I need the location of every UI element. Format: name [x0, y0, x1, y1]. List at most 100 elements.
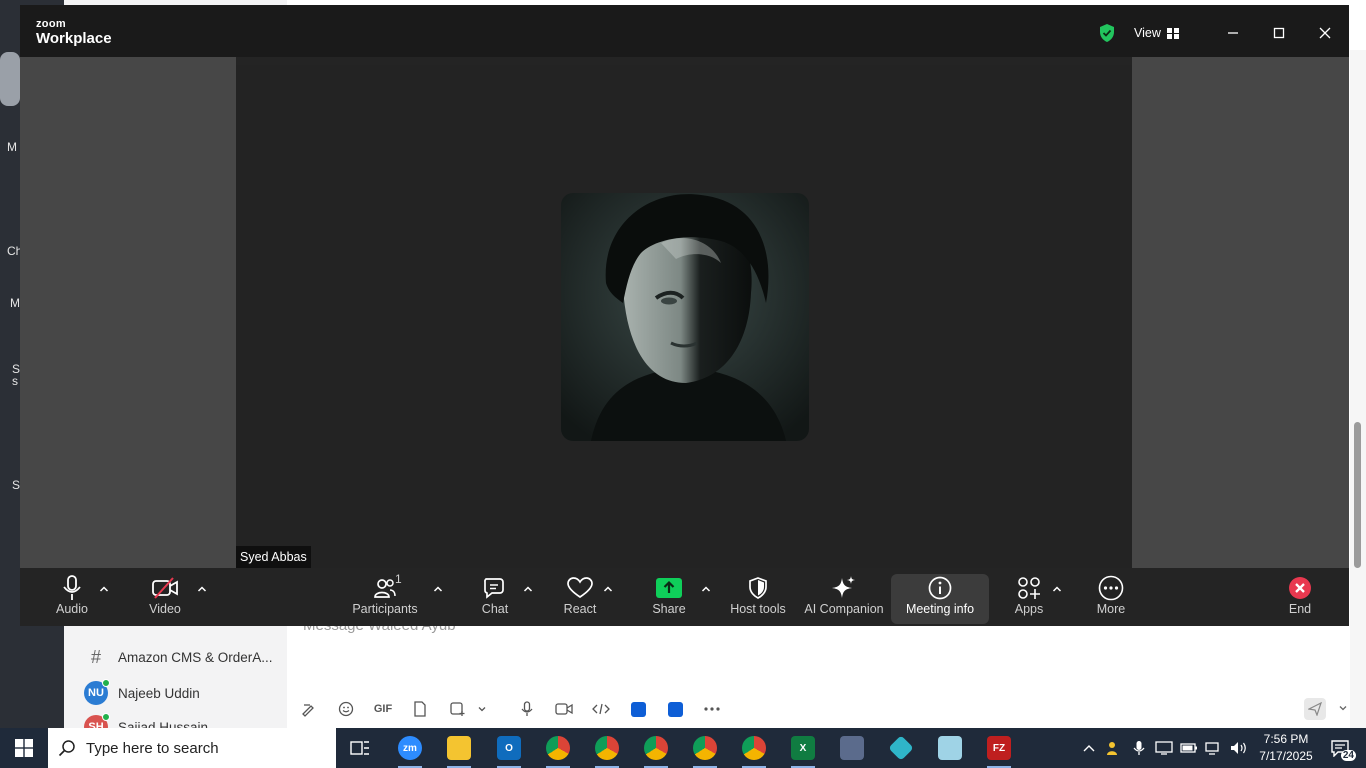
chrome-icon: [644, 736, 668, 760]
search-placeholder: Type here to search: [86, 739, 219, 757]
app2-icon[interactable]: [664, 698, 686, 720]
participants-button[interactable]: 1 Participants: [352, 572, 418, 624]
chevron-down-icon[interactable]: [471, 698, 493, 720]
taskbar-app-calculator[interactable]: [832, 732, 872, 764]
network-tray-icon[interactable]: [1205, 739, 1223, 757]
chevron-down-icon[interactable]: [1338, 702, 1348, 716]
chat-icon: [484, 578, 504, 599]
windows-taskbar: Type here to search zm O X FZ 7:56 PM 7/…: [0, 728, 1366, 768]
view-button[interactable]: View: [1124, 21, 1189, 45]
volume-tray-icon[interactable]: [1230, 739, 1248, 757]
participant-name-label: Syed Abbas: [236, 546, 311, 568]
avatar: NU: [84, 679, 110, 705]
taskbar-app-chrome[interactable]: [587, 732, 627, 768]
taskbar-app-zoom[interactable]: zm: [390, 732, 430, 768]
heart-icon: [567, 577, 593, 599]
taskbar-app-outlook[interactable]: O: [489, 732, 529, 768]
zoom-titlebar: zoom Workplace View: [20, 5, 1349, 57]
end-call-icon: [1289, 577, 1311, 599]
app1-icon[interactable]: [627, 698, 649, 720]
taskbar-app-file-explorer[interactable]: [439, 732, 479, 768]
taskbar-search-box[interactable]: Type here to search: [48, 728, 336, 768]
rail-active-item[interactable]: [0, 52, 20, 106]
chrome-icon: [742, 736, 766, 760]
sidebar-item-channel[interactable]: # Amazon CMS & OrderA...: [84, 644, 273, 670]
mic-icon[interactable]: [516, 698, 538, 720]
filezilla-icon: FZ: [987, 736, 1011, 760]
task-view-button[interactable]: [340, 732, 380, 764]
chat-button[interactable]: Chat: [475, 574, 515, 624]
share-button[interactable]: Share: [649, 574, 689, 624]
chevron-up-icon: [433, 586, 443, 592]
participants-options-caret[interactable]: [431, 582, 445, 596]
zoom-app-icon: zm: [398, 736, 422, 760]
audio-options-caret[interactable]: [97, 582, 111, 596]
microphone-tray-icon[interactable]: [1130, 739, 1148, 757]
system-tray: [1080, 728, 1248, 768]
taskbar-app[interactable]: [881, 732, 921, 764]
chevron-up-icon: [1083, 745, 1095, 752]
taskbar-app-chrome[interactable]: [734, 732, 774, 768]
display-tray-icon[interactable]: [1155, 739, 1173, 757]
video-clip-icon[interactable]: [553, 698, 575, 720]
show-hidden-icons-button[interactable]: [1080, 739, 1098, 757]
minimize-button[interactable]: [1218, 19, 1248, 47]
apps-options-caret[interactable]: [1050, 582, 1064, 596]
file-icon[interactable]: [409, 698, 431, 720]
react-options-caret[interactable]: [601, 582, 615, 596]
display-icon: [1155, 741, 1173, 755]
sidebar-item-dm[interactable]: NU Najeeb Uddin: [84, 679, 200, 706]
react-button[interactable]: React: [558, 574, 602, 624]
security-shield-icon[interactable]: [1098, 23, 1116, 43]
taskbar-app-filezilla[interactable]: FZ: [979, 732, 1019, 768]
send-icon[interactable]: [1304, 698, 1326, 720]
people-tray-icon[interactable]: [1105, 739, 1123, 757]
apps-button[interactable]: Apps: [1012, 574, 1046, 624]
host-shield-icon: [749, 577, 767, 599]
participant-count: 1: [395, 572, 402, 586]
taskbar-app[interactable]: [930, 732, 970, 764]
maximize-button[interactable]: [1264, 19, 1294, 47]
taskbar-app-chrome[interactable]: [538, 732, 578, 768]
more-icon[interactable]: [701, 698, 723, 720]
gif-button[interactable]: GIF: [372, 698, 394, 720]
start-button[interactable]: [0, 728, 48, 768]
taskbar-app-chrome[interactable]: [636, 732, 676, 768]
emoji-icon[interactable]: [335, 698, 357, 720]
chevron-up-icon: [523, 586, 533, 592]
maximize-icon: [1273, 27, 1285, 39]
host-tools-button[interactable]: Host tools: [727, 574, 789, 624]
chrome-icon: [693, 736, 717, 760]
video-button[interactable]: Video: [144, 574, 186, 624]
taskbar-app-excel[interactable]: X: [783, 732, 823, 768]
sidebar-item-label: Amazon CMS & OrderA...: [118, 649, 273, 665]
chevron-up-icon: [197, 586, 207, 592]
chat-options-caret[interactable]: [521, 582, 535, 596]
audio-button[interactable]: Audio: [52, 574, 92, 624]
grid-view-icon: [1166, 27, 1179, 39]
taskbar-clock[interactable]: 7:56 PM 7/17/2025: [1250, 731, 1322, 765]
battery-tray-icon[interactable]: [1180, 739, 1198, 757]
task-view-icon: [350, 741, 369, 755]
meeting-info-button[interactable]: Meeting info: [891, 574, 989, 624]
minimize-icon: [1228, 32, 1238, 34]
notification-center-button[interactable]: 24: [1322, 734, 1358, 762]
screenshot-icon[interactable]: [446, 698, 468, 720]
video-options-caret[interactable]: [195, 582, 209, 596]
background-scrollbar[interactable]: [1350, 50, 1366, 728]
close-window-button[interactable]: [1310, 19, 1340, 47]
more-button[interactable]: More: [1094, 574, 1128, 624]
participant-video-tile[interactable]: Syed Abbas: [236, 65, 1132, 568]
taskbar-app-chrome[interactable]: [685, 732, 725, 768]
code-icon[interactable]: [590, 698, 612, 720]
meeting-toolbar: Audio Video 1 Participants Chat React Sh…: [20, 568, 1349, 626]
network-icon: [1205, 742, 1219, 755]
ai-companion-button[interactable]: AI Companion: [803, 574, 885, 624]
calculator-icon: [840, 736, 864, 760]
end-meeting-button[interactable]: End: [1283, 574, 1317, 624]
app-icon: [938, 736, 962, 760]
share-options-caret[interactable]: [699, 582, 713, 596]
scrollbar-thumb[interactable]: [1354, 422, 1361, 568]
composer-filter: [1304, 697, 1348, 721]
format-icon[interactable]: [298, 698, 320, 720]
